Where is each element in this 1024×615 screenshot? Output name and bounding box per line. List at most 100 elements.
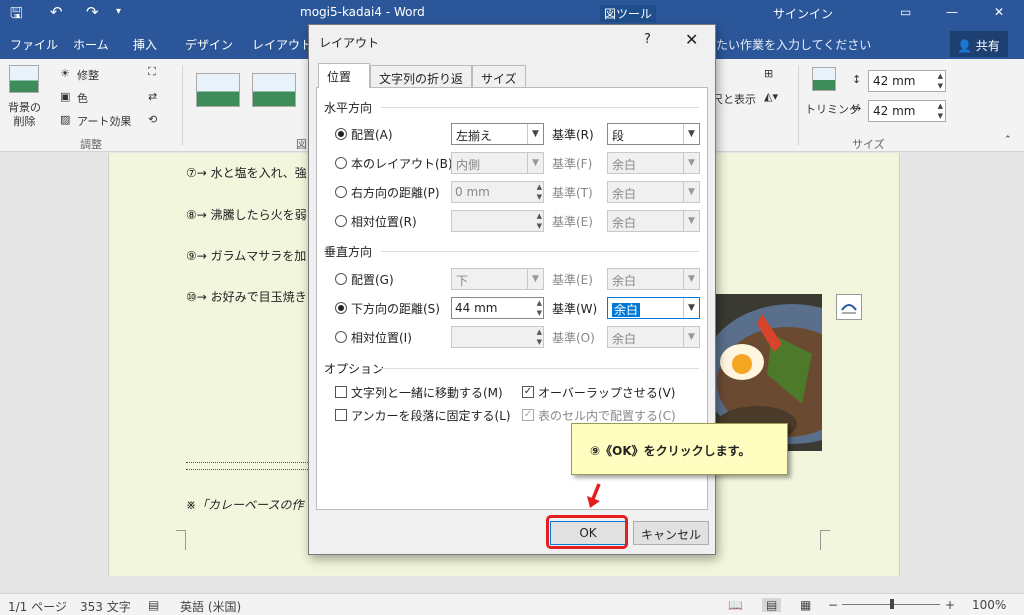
person-icon: 👤	[957, 39, 972, 53]
undo-icon[interactable]: ↶	[50, 3, 63, 21]
v-relative-base-select: 余白 ▼	[607, 326, 700, 348]
checkbox-lock-anchor[interactable]	[335, 409, 347, 421]
chevron-down-icon: ▼	[683, 153, 699, 173]
tab-home[interactable]: ホーム	[73, 36, 109, 53]
label-h-absolute-base: 基準(T)	[552, 186, 593, 200]
radio-v-absolute[interactable]	[335, 302, 347, 314]
save-icon[interactable]: 🖫	[10, 3, 23, 28]
select-value: 内側	[456, 158, 481, 172]
tab-insert[interactable]: 挿入	[133, 36, 157, 53]
tab-design[interactable]: デザイン	[185, 36, 233, 53]
spin-arrows-icon[interactable]: ▲ ▼	[537, 298, 542, 318]
align-icon[interactable]: ⊞	[764, 67, 773, 80]
corrections-button[interactable]: 修整	[77, 67, 99, 83]
radio-v-alignment[interactable]	[335, 273, 347, 285]
window-close-icon[interactable]: ✕	[994, 5, 1004, 19]
checkbox-allow-overlap[interactable]: ✓	[522, 386, 534, 398]
customize-qat-icon[interactable]: ▾	[116, 6, 121, 17]
radio-h-absolute[interactable]	[335, 186, 347, 198]
radio-book-layout[interactable]	[335, 157, 347, 169]
radio-h-relative[interactable]	[335, 215, 347, 227]
input-value: 0 mm	[455, 185, 490, 199]
color-button[interactable]: 色	[77, 90, 88, 106]
spin-arrows-icon[interactable]: ▲ ▼	[938, 71, 943, 91]
divider	[381, 251, 699, 252]
selection-pane-button[interactable]: 尺と表示	[712, 91, 756, 107]
artistic-effects-button[interactable]: アート効果	[77, 113, 131, 129]
picture-style-2[interactable]	[252, 73, 296, 107]
tab-size[interactable]: サイズ	[472, 65, 526, 88]
chevron-down-icon: ▼	[527, 153, 543, 173]
radio-h-alignment[interactable]	[335, 128, 347, 140]
chevron-down-icon: ▼	[683, 124, 699, 144]
v-absolute-base-select[interactable]: 余白 ▼	[607, 297, 700, 319]
select-value: 余白	[612, 158, 637, 172]
chevron-down-icon: ▼	[527, 269, 543, 289]
tab-file[interactable]: ファイル	[10, 36, 58, 53]
h-alignment-base-select[interactable]: 段 ▼	[607, 123, 700, 145]
footnote-line: ※「カレーベースの作	[186, 498, 304, 512]
checkbox-move-with-text[interactable]	[335, 386, 347, 398]
radio-v-relative[interactable]	[335, 331, 347, 343]
doc-line: ⑨→ ガラムマサラを加	[186, 249, 307, 263]
label-book-layout: 本のレイアウト(B)	[351, 157, 453, 171]
label-h-relative: 相対位置(R)	[351, 215, 417, 229]
tell-me-box[interactable]: たい作業を入力してください	[716, 36, 871, 53]
input-value: 44 mm	[455, 301, 498, 315]
v-relative-input: ▲ ▼	[451, 326, 544, 348]
tab-label: 位置	[327, 70, 352, 84]
crop-icon[interactable]	[812, 67, 836, 91]
layout-options-button[interactable]	[836, 294, 862, 320]
zoom-out-icon[interactable]: −	[828, 598, 838, 612]
signin-link[interactable]: サインイン	[773, 5, 833, 22]
tab-label: サイズ	[481, 72, 517, 86]
compress-icon[interactable]: ⛶	[148, 65, 156, 79]
rotate-icon[interactable]: ◭▾	[764, 90, 778, 103]
close-icon[interactable]: ✕	[685, 30, 698, 49]
read-mode-icon[interactable]: 📖	[728, 598, 743, 612]
corner-mark	[820, 530, 830, 550]
ok-highlight	[546, 515, 628, 549]
zoom-slider-thumb[interactable]	[890, 599, 894, 609]
tab-position[interactable]: 位置	[318, 63, 370, 88]
zoom-in-icon[interactable]: +	[945, 598, 955, 612]
cancel-button[interactable]: キャンセル	[633, 521, 709, 545]
language-indicator[interactable]: 英語 (米国)	[180, 598, 241, 615]
help-icon[interactable]: ?	[644, 32, 651, 47]
remove-background-icon[interactable]	[9, 65, 39, 93]
picture-style-1[interactable]	[196, 73, 240, 107]
height-input[interactable]: 42 mm ▲ ▼	[868, 70, 946, 92]
word-count[interactable]: 353 文字	[80, 598, 131, 615]
width-input[interactable]: 42 mm ▲ ▼	[868, 100, 946, 122]
proofing-icon[interactable]: ▤	[148, 598, 159, 612]
change-picture-icon[interactable]: ⇄	[148, 90, 157, 103]
select-value: 余白	[612, 303, 641, 317]
zoom-level[interactable]: 100%	[972, 598, 1006, 612]
collapse-ribbon-icon[interactable]: ⌃	[1004, 135, 1012, 145]
chevron-down-icon: ▼	[683, 298, 699, 318]
tab-text-wrapping[interactable]: 文字列の折り返し	[370, 65, 472, 103]
h-alignment-select[interactable]: 左揃え ▼	[451, 123, 544, 145]
web-layout-icon[interactable]: ▦	[800, 598, 811, 612]
chevron-down-icon: ▼	[527, 124, 543, 144]
spin-arrows-icon: ▲ ▼	[536, 328, 542, 346]
redo-icon[interactable]: ↷	[86, 3, 99, 21]
remove-background-button[interactable]: 背景の 削除	[8, 101, 41, 129]
minimize-icon[interactable]: —	[946, 5, 958, 19]
v-absolute-input[interactable]: 44 mm ▲ ▼	[451, 297, 544, 319]
layout-dialog: レイアウト ? ✕ 位置 文字列の折り返し サイズ 水平方向 配置(A) 左揃え…	[308, 24, 716, 555]
page-count[interactable]: 1/1 ページ	[8, 598, 67, 615]
instruction-callout: ⑨《OK》をクリックします。	[571, 423, 788, 475]
height-icon: ↕	[852, 73, 862, 86]
share-button[interactable]: 👤 共有	[950, 31, 1008, 57]
select-value: 余白	[612, 274, 637, 288]
ribbon-display-icon[interactable]: ▭	[900, 5, 911, 19]
context-tab-picture-tools: 図ツール	[600, 5, 657, 22]
spin-arrows-icon[interactable]: ▲ ▼	[938, 101, 943, 121]
print-layout-icon[interactable]: ▤	[762, 598, 782, 612]
label-h-relative-base: 基準(E)	[552, 215, 593, 229]
reset-picture-icon[interactable]: ⟲	[148, 113, 157, 126]
label-book-base: 基準(F)	[552, 157, 593, 171]
doc-line: ⑧→ 沸騰したら火を弱	[186, 208, 307, 222]
tab-layout[interactable]: レイアウト	[252, 36, 312, 53]
